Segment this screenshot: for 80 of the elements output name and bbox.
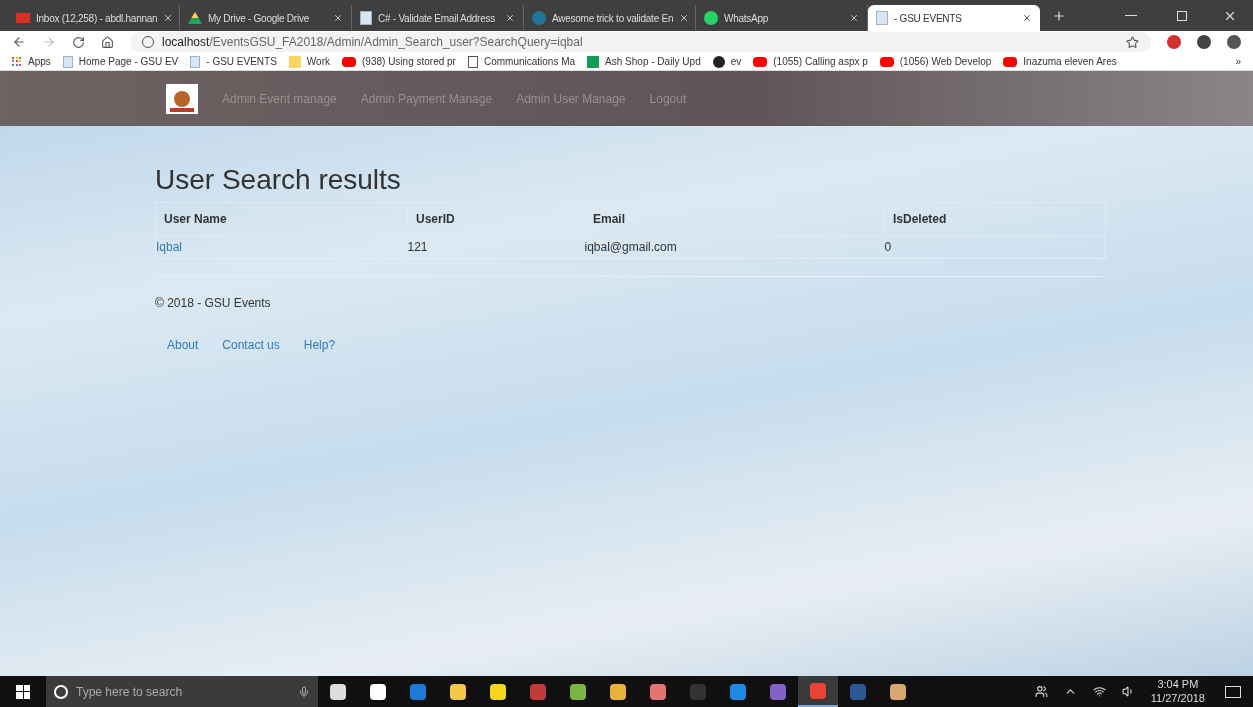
wifi-icon[interactable]: [1092, 685, 1106, 698]
people-icon[interactable]: [1034, 685, 1048, 698]
footer-link[interactable]: Help?: [303, 336, 336, 354]
bookmark-link[interactable]: (1056) Web Develop: [879, 54, 992, 69]
tab-title: My Drive - Google Drive: [208, 11, 310, 26]
bookmark-link[interactable]: Communications Ma: [467, 54, 576, 69]
windows-start-icon[interactable]: [16, 684, 30, 699]
page-icon: [360, 11, 372, 25]
document-icon: [467, 55, 478, 68]
close-icon[interactable]: [333, 13, 343, 23]
back-icon[interactable]: [12, 35, 26, 49]
close-icon[interactable]: [163, 13, 174, 23]
clock-date: 11/27/2018: [1150, 691, 1205, 706]
triangle-icon: [188, 12, 202, 24]
speaker-icon[interactable]: [1121, 685, 1135, 698]
reload-icon[interactable]: [72, 35, 85, 49]
bookmark-link[interactable]: Apps: [12, 54, 51, 69]
column-header: IsDeleted: [884, 202, 1106, 236]
url-text: localhost/EventsGSU_FA2018/Admin/Admin_Search_user?SearchQuery=iqbal: [162, 34, 584, 51]
notifications-icon[interactable]: [1225, 685, 1241, 698]
tab-title: Inbox (12,258) - abdl.hannan: [36, 11, 158, 26]
user-name-link[interactable]: Iqbal: [156, 240, 183, 254]
page-icon: [190, 55, 201, 68]
bookmark-link[interactable]: Inazuma eleven Ares: [1003, 54, 1117, 69]
column-header: UserID: [407, 202, 585, 236]
restore-icon[interactable]: [1177, 10, 1187, 21]
clock[interactable]: 3:04 PM 11/27/2018: [1150, 677, 1205, 706]
bookmark-link[interactable]: Home Page - GSU EV: [62, 54, 179, 69]
browser-tab[interactable]: - GSU EVENTS: [868, 5, 1040, 31]
app-icon: [330, 683, 346, 700]
page-icon: [62, 55, 73, 68]
bookmark-link[interactable]: - GSU EVENTS: [190, 54, 277, 69]
page-icon: [876, 11, 888, 25]
more-bookmarks-button[interactable]: »: [1235, 54, 1241, 69]
bookmark-link[interactable]: Work: [288, 54, 330, 69]
new-tab-icon[interactable]: [1052, 8, 1066, 23]
app-icon: [810, 682, 826, 699]
table-cell: 121: [407, 235, 585, 259]
star-icon[interactable]: [1126, 35, 1139, 49]
table-cell: iqbal@gmail.com: [584, 235, 885, 259]
app-icon: [690, 683, 706, 700]
microphone-icon: [298, 685, 310, 698]
copyright-text: © 2018 - GSU Events: [155, 295, 272, 312]
address-bar[interactable]: localhost/EventsGSU_FA2018/Admin/Admin_Search_user?SearchQuery=iqbal: [130, 32, 1151, 52]
apps-grid-icon: [12, 56, 22, 67]
clock-time: 3:04 PM: [1157, 677, 1199, 692]
app-icon: [730, 683, 746, 700]
table-cell: 0: [884, 235, 1106, 259]
app-icon: [370, 683, 386, 700]
search-placeholder: Type here to search: [76, 683, 184, 701]
close-icon[interactable]: [505, 13, 515, 23]
footer-link[interactable]: Contact us: [222, 336, 280, 354]
taskbar-search-field[interactable]: Type here to search: [46, 676, 318, 707]
column-header: User Name: [155, 202, 408, 236]
bookmark-link[interactable]: (1055) Calling aspx p: [753, 54, 868, 69]
app-icon: [650, 683, 666, 700]
bookmark-link[interactable]: (938) Using stored pr: [342, 54, 456, 69]
app-icon: [530, 683, 546, 700]
column-header: Email: [584, 202, 885, 236]
app-icon: [770, 683, 786, 700]
tab-title: C# - Validate Email Address: [378, 11, 496, 26]
close-icon[interactable]: [679, 13, 690, 23]
app-icon: [890, 683, 906, 700]
tab-title: WhatsApp: [724, 11, 770, 26]
page-heading: User Search results: [155, 166, 402, 194]
bookmark-link[interactable]: Ash Shop - Daily Upd: [587, 54, 701, 69]
tab-title: Awesome trick to validate En: [552, 11, 674, 26]
close-icon[interactable]: [1022, 13, 1032, 23]
app-icon: [610, 683, 626, 700]
app-icon: [490, 683, 506, 700]
bookmark-link[interactable]: ev: [712, 54, 742, 69]
app-icon: [850, 683, 866, 700]
app-icon: [570, 683, 586, 700]
footer-link[interactable]: About: [167, 336, 199, 354]
close-icon[interactable]: [849, 13, 859, 23]
tab-title: - GSU EVENTS: [894, 11, 963, 26]
profile-icon[interactable]: [1197, 35, 1211, 49]
app-icon: [450, 683, 466, 700]
home-icon[interactable]: [101, 35, 114, 49]
app-icon: [410, 683, 426, 700]
